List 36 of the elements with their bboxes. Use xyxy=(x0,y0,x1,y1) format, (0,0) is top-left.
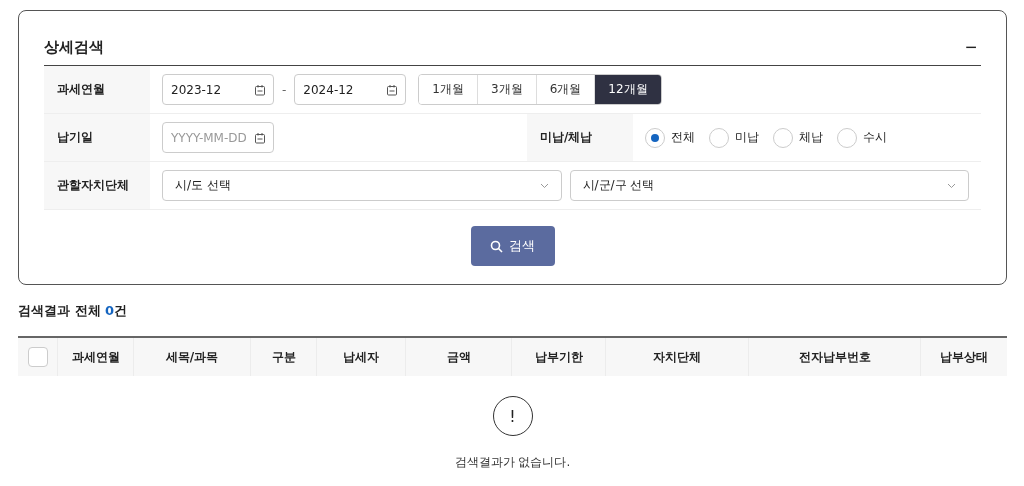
column-header: 과세연월 xyxy=(71,348,120,366)
column-header: 납세자 xyxy=(343,348,379,366)
chevron-down-icon xyxy=(947,182,956,189)
date-field[interactable]: 2024-12 xyxy=(294,74,407,105)
range-button[interactable]: 12개월 xyxy=(594,75,661,104)
select-all-checkbox[interactable] xyxy=(27,347,48,367)
calendar-icon[interactable] xyxy=(254,132,266,144)
date-field[interactable]: YYYY-MM-DD xyxy=(162,122,274,153)
column-header: 전자납부번호 xyxy=(798,348,871,366)
province-select[interactable]: 시/도 선택 xyxy=(162,170,562,201)
calendar-icon[interactable] xyxy=(254,84,266,96)
chevron-down-icon xyxy=(539,182,549,189)
field-label: 관할자치단체 xyxy=(44,162,150,209)
column-header: 금액 xyxy=(446,348,471,366)
range-separator: - xyxy=(282,82,287,97)
column-header: 납부기한 xyxy=(534,348,583,366)
field-label: 납기일 xyxy=(44,114,150,161)
collapse-button[interactable]: − xyxy=(961,35,981,59)
column-header: 납부상태 xyxy=(940,348,988,366)
radio-option[interactable]: 전체 xyxy=(645,127,695,148)
district-select[interactable]: 시/군/구 선택 xyxy=(569,170,969,201)
column-header: 세목/과목 xyxy=(165,348,219,366)
column-header: 자치단체 xyxy=(653,348,701,366)
empty-message: 검색결과가 없습니다. xyxy=(454,454,571,471)
radio-option[interactable]: 체납 xyxy=(773,127,823,148)
results-count: 검색결과 전체 0건 xyxy=(18,302,129,320)
date-field[interactable]: 2023-12 xyxy=(162,74,274,105)
search-button[interactable]: 검색 xyxy=(470,226,555,266)
column-header: 구분 xyxy=(271,348,296,366)
search-icon xyxy=(490,239,503,253)
field-label: 과세연월 xyxy=(44,66,150,113)
field-label: 미납/체납 xyxy=(527,114,633,161)
radio-option[interactable]: 수시 xyxy=(837,127,887,148)
radio-option[interactable]: 미납 xyxy=(709,127,759,148)
panel-title: 상세검색 xyxy=(44,37,104,57)
calendar-icon[interactable] xyxy=(386,84,399,96)
